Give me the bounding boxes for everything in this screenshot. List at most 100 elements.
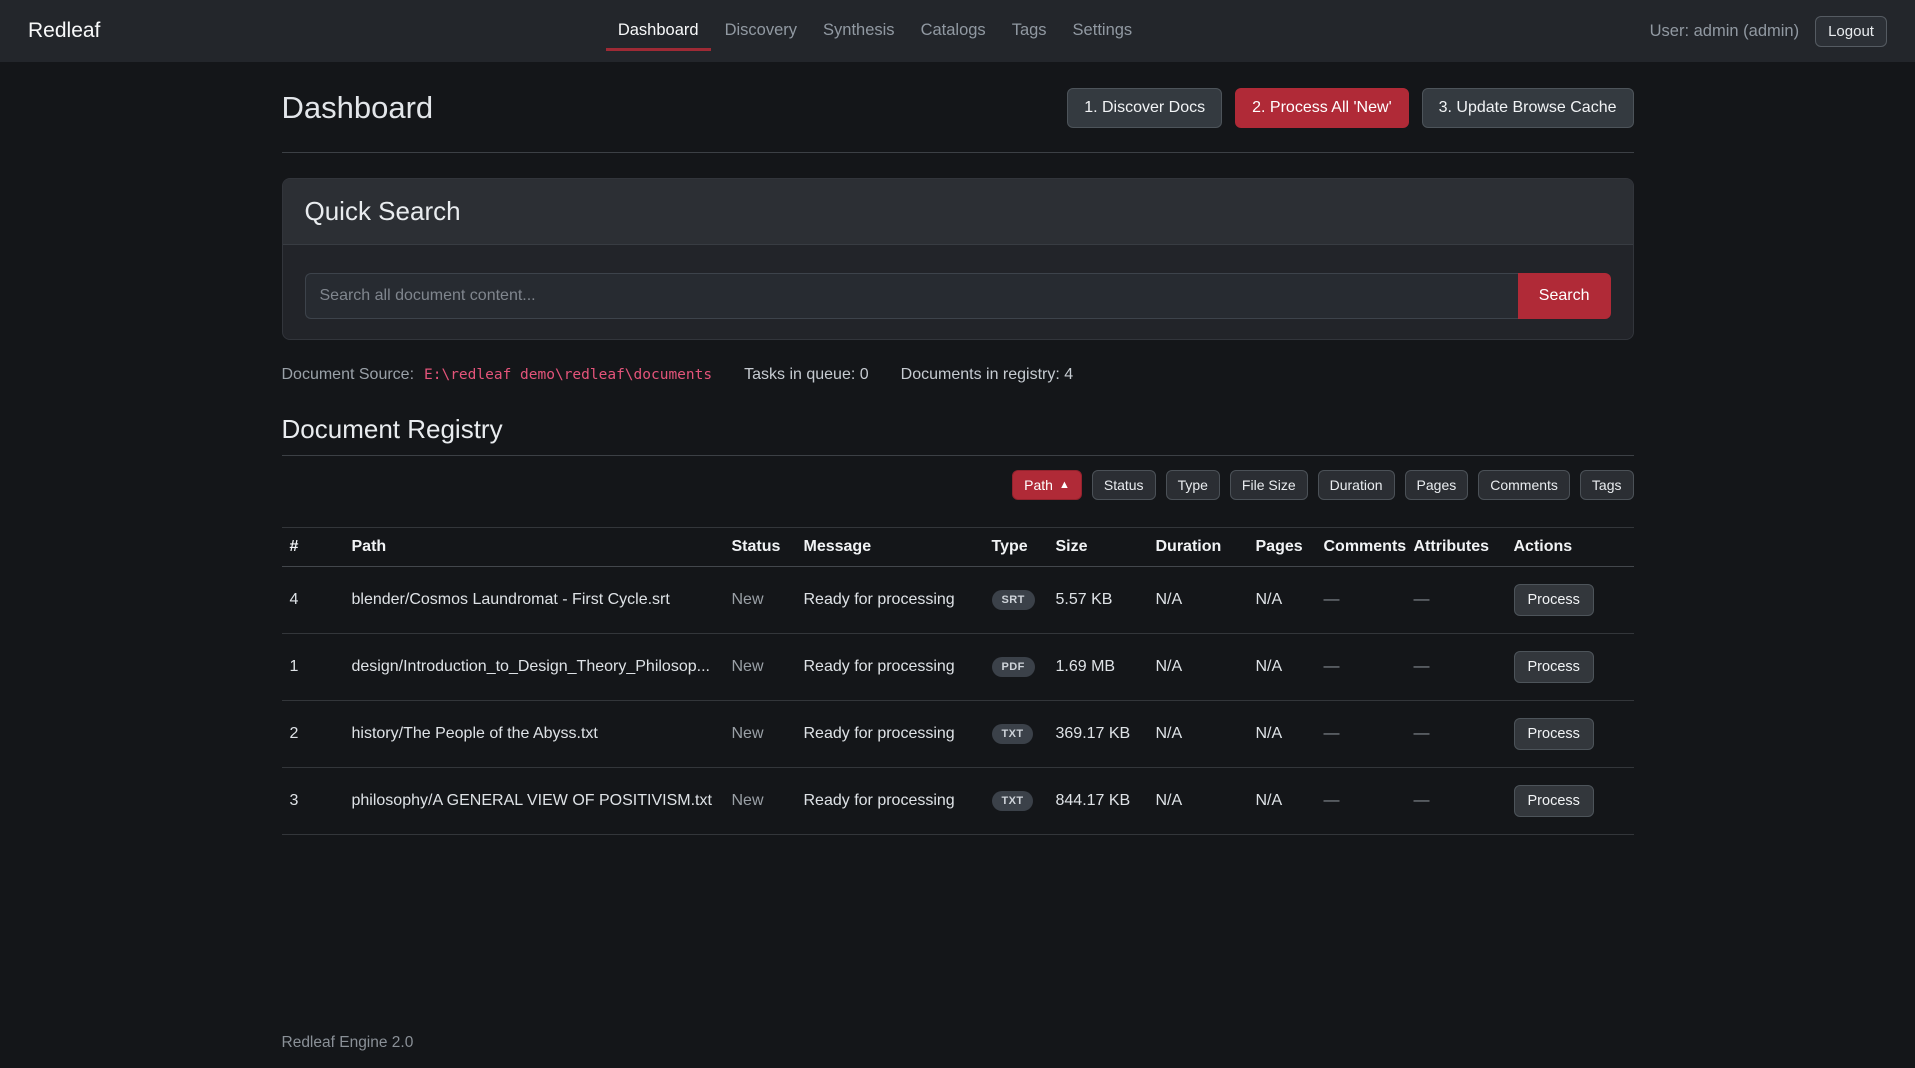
- nav-item-synthesis[interactable]: Synthesis: [811, 11, 907, 51]
- header-pages: Pages: [1248, 528, 1316, 567]
- user-info: User: admin (admin): [1650, 22, 1799, 41]
- cell-actions: Process: [1506, 634, 1634, 701]
- cell-comments: —: [1316, 634, 1406, 701]
- search-button[interactable]: Search: [1518, 273, 1611, 319]
- type-badge: TXT: [992, 791, 1034, 811]
- process-button[interactable]: Process: [1514, 718, 1594, 750]
- cell-type: SRT: [984, 567, 1048, 634]
- cell-duration: N/A: [1148, 768, 1248, 835]
- header-path: Path: [344, 528, 724, 567]
- nav-item-dashboard[interactable]: Dashboard: [606, 11, 711, 51]
- process-all-new-button[interactable]: 2. Process All 'New': [1235, 88, 1409, 128]
- documents-in-registry: Documents in registry: 4: [901, 366, 1074, 384]
- type-badge: TXT: [992, 724, 1034, 744]
- cell-attributes: —: [1406, 701, 1506, 768]
- table-row: 1 design/Introduction_to_Design_Theory_P…: [282, 634, 1634, 701]
- status-bar: Document Source: E:\redleaf demo\redleaf…: [282, 366, 1634, 384]
- cell-size: 1.69 MB: [1048, 634, 1148, 701]
- main-nav: Dashboard Discovery Synthesis Catalogs T…: [605, 11, 1145, 51]
- cell-path: blender/Cosmos Laundromat - First Cycle.…: [344, 567, 724, 634]
- quick-search-title: Quick Search: [305, 196, 1611, 227]
- cell-pages: N/A: [1248, 567, 1316, 634]
- header-size: Size: [1048, 528, 1148, 567]
- sort-controls: Path▲ Status Type File Size Duration Pag…: [282, 470, 1634, 500]
- nav-item-discovery[interactable]: Discovery: [713, 11, 809, 51]
- process-button[interactable]: Process: [1514, 651, 1594, 683]
- sort-button-type[interactable]: Type: [1166, 470, 1220, 500]
- sort-button-file-size[interactable]: File Size: [1230, 470, 1308, 500]
- search-input-group: Search: [305, 273, 1611, 319]
- header-type: Type: [984, 528, 1048, 567]
- cell-type: TXT: [984, 701, 1048, 768]
- cell-pages: N/A: [1248, 701, 1316, 768]
- brand-logo[interactable]: Redleaf: [28, 19, 100, 43]
- header-attributes: Attributes: [1406, 528, 1506, 567]
- cell-type: PDF: [984, 634, 1048, 701]
- cell-message: Ready for processing: [796, 701, 984, 768]
- header-comments: Comments: [1316, 528, 1406, 567]
- cell-status: New: [724, 701, 796, 768]
- type-badge: PDF: [992, 657, 1035, 677]
- cell-attributes: —: [1406, 768, 1506, 835]
- cell-actions: Process: [1506, 768, 1634, 835]
- table-row: 2 history/The People of the Abyss.txt Ne…: [282, 701, 1634, 768]
- workflow-actions: 1. Discover Docs 2. Process All 'New' 3.…: [1067, 88, 1633, 128]
- cell-path: design/Introduction_to_Design_Theory_Phi…: [344, 634, 724, 701]
- update-browse-cache-button[interactable]: 3. Update Browse Cache: [1422, 88, 1634, 128]
- nav-item-catalogs[interactable]: Catalogs: [909, 11, 998, 51]
- process-button[interactable]: Process: [1514, 785, 1594, 817]
- header-actions: Actions: [1506, 528, 1634, 567]
- discover-docs-button[interactable]: 1. Discover Docs: [1067, 88, 1222, 128]
- divider: [282, 152, 1634, 153]
- cell-attributes: —: [1406, 634, 1506, 701]
- search-input[interactable]: [305, 273, 1518, 319]
- cell-num: 4: [282, 567, 344, 634]
- sort-button-duration[interactable]: Duration: [1318, 470, 1395, 500]
- page-title: Dashboard: [282, 90, 434, 126]
- cell-duration: N/A: [1148, 634, 1248, 701]
- logout-button[interactable]: Logout: [1815, 16, 1887, 47]
- cell-num: 1: [282, 634, 344, 701]
- main-content: Dashboard 1. Discover Docs 2. Process Al…: [282, 62, 1634, 835]
- cell-duration: N/A: [1148, 567, 1248, 634]
- engine-version: Redleaf Engine 2.0: [282, 1034, 414, 1051]
- nav-item-tags[interactable]: Tags: [1000, 11, 1059, 51]
- sort-asc-icon: ▲: [1059, 479, 1070, 491]
- header-duration: Duration: [1148, 528, 1248, 567]
- cell-status: New: [724, 634, 796, 701]
- cell-comments: —: [1316, 701, 1406, 768]
- sort-button-path[interactable]: Path▲: [1012, 470, 1082, 500]
- sort-button-tags[interactable]: Tags: [1580, 470, 1634, 500]
- cell-size: 5.57 KB: [1048, 567, 1148, 634]
- nav-item-settings[interactable]: Settings: [1061, 11, 1145, 51]
- quick-search-header: Quick Search: [283, 179, 1633, 245]
- divider: [282, 455, 1634, 456]
- cell-pages: N/A: [1248, 634, 1316, 701]
- sort-button-status[interactable]: Status: [1092, 470, 1156, 500]
- cell-path: history/The People of the Abyss.txt: [344, 701, 724, 768]
- cell-message: Ready for processing: [796, 634, 984, 701]
- cell-message: Ready for processing: [796, 567, 984, 634]
- process-button[interactable]: Process: [1514, 584, 1594, 616]
- page: Dashboard 1. Discover Docs 2. Process Al…: [0, 62, 1915, 1068]
- cell-num: 3: [282, 768, 344, 835]
- page-header: Dashboard 1. Discover Docs 2. Process Al…: [282, 88, 1634, 128]
- header-message: Message: [796, 528, 984, 567]
- header-status: Status: [724, 528, 796, 567]
- sort-button-pages[interactable]: Pages: [1405, 470, 1469, 500]
- cell-num: 2: [282, 701, 344, 768]
- registry-title: Document Registry: [282, 414, 1634, 445]
- cell-status: New: [724, 768, 796, 835]
- navbar: Redleaf Dashboard Discovery Synthesis Ca…: [0, 0, 1915, 62]
- cell-actions: Process: [1506, 701, 1634, 768]
- cell-comments: —: [1316, 567, 1406, 634]
- cell-size: 369.17 KB: [1048, 701, 1148, 768]
- sort-button-comments[interactable]: Comments: [1478, 470, 1570, 500]
- cell-type: TXT: [984, 768, 1048, 835]
- header-num: #: [282, 528, 344, 567]
- navbar-right: User: admin (admin) Logout: [1650, 16, 1887, 47]
- type-badge: SRT: [992, 590, 1035, 610]
- table-row: 3 philosophy/A GENERAL VIEW OF POSITIVIS…: [282, 768, 1634, 835]
- table-header-row: # Path Status Message Type Size Duration…: [282, 528, 1634, 567]
- cell-path: philosophy/A GENERAL VIEW OF POSITIVISM.…: [344, 768, 724, 835]
